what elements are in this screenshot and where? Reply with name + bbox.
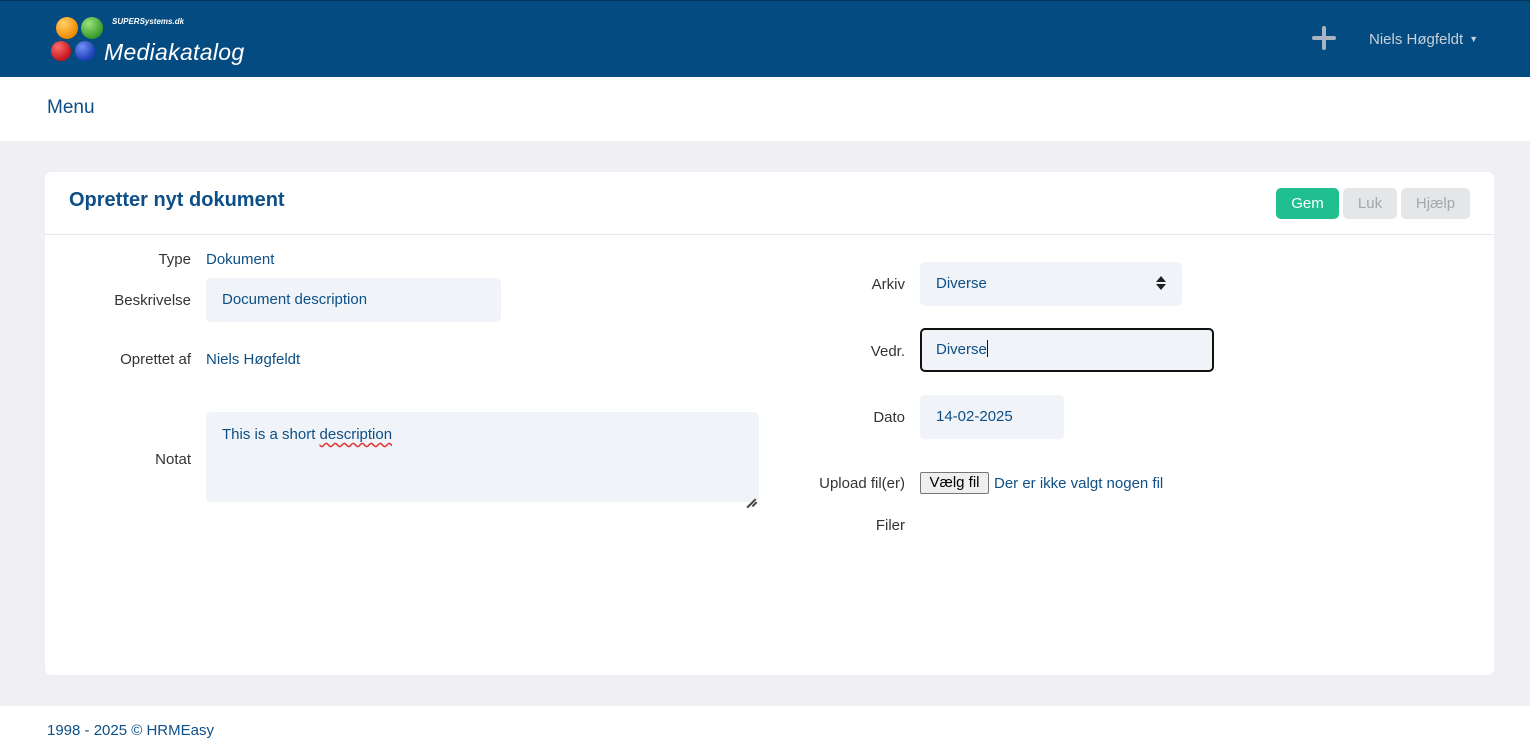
user-menu[interactable]: Niels Høgfeldt ▼ bbox=[1369, 31, 1478, 48]
logo-green-ball-icon bbox=[81, 17, 103, 39]
note-label: Notat bbox=[155, 451, 191, 468]
logo-blue-ball-icon bbox=[75, 41, 95, 61]
close-button[interactable]: Luk bbox=[1343, 188, 1397, 219]
resize-grip-icon[interactable] bbox=[746, 489, 756, 499]
created-by-label: Oprettet af bbox=[120, 351, 191, 368]
help-button[interactable]: Hjælp bbox=[1401, 188, 1470, 219]
note-textarea[interactable]: This is a short description bbox=[206, 412, 759, 502]
regarding-input-value: Diverse bbox=[936, 341, 987, 358]
menu-link[interactable]: Menu bbox=[47, 97, 95, 119]
logo-name: Mediakatalog bbox=[104, 39, 245, 65]
archive-select-value: Diverse bbox=[936, 275, 987, 292]
footer: 1998 - 2025 © HRMEasy bbox=[0, 706, 1530, 748]
archive-label: Arkiv bbox=[871, 276, 905, 293]
description-input[interactable]: Document description bbox=[206, 278, 501, 322]
user-name: Niels Høgfeldt bbox=[1369, 31, 1464, 48]
select-arrows-icon bbox=[1156, 276, 1166, 290]
caret-down-icon: ▼ bbox=[1469, 34, 1479, 44]
regarding-input[interactable]: Diverse bbox=[920, 328, 1214, 372]
top-navbar: SUPERSystems.dk Mediakatalog Niels Høgfe… bbox=[0, 0, 1530, 77]
upload-status: Der er ikke valgt nogen fil bbox=[994, 475, 1164, 492]
created-by-value: Niels Høgfeldt bbox=[206, 351, 301, 368]
note-text-misspelled: description bbox=[319, 426, 393, 443]
upload-label: Upload fil(er) bbox=[819, 475, 905, 492]
document-form-card: Opretter nyt dokument Gem Luk Hjælp Type… bbox=[45, 172, 1494, 675]
logo-red-ball-icon bbox=[51, 41, 71, 61]
regarding-label: Vedr. bbox=[870, 343, 905, 360]
type-value: Dokument bbox=[206, 251, 275, 268]
files-label: Filer bbox=[875, 517, 905, 534]
type-label: Type bbox=[158, 251, 191, 268]
logo-tagline: SUPERSystems.dk bbox=[112, 17, 185, 26]
choose-file-button[interactable]: Vælg fil bbox=[920, 472, 989, 494]
plus-icon[interactable] bbox=[1308, 22, 1340, 54]
description-input-value: Document description bbox=[222, 291, 368, 308]
archive-select[interactable]: Diverse bbox=[920, 262, 1182, 306]
date-input-value: 14-02-2025 bbox=[936, 408, 1013, 425]
card-header: Opretter nyt dokument Gem Luk Hjælp bbox=[45, 172, 1494, 235]
menu-bar: Menu bbox=[0, 77, 1530, 141]
text-cursor bbox=[986, 340, 988, 357]
logo-orange-ball-icon bbox=[56, 17, 78, 39]
description-label: Beskrivelse bbox=[114, 292, 191, 309]
page-title: Opretter nyt dokument bbox=[69, 189, 285, 211]
app-logo[interactable]: SUPERSystems.dk Mediakatalog bbox=[50, 15, 260, 67]
date-label: Dato bbox=[873, 409, 905, 426]
note-text: This is a short bbox=[222, 426, 320, 443]
date-input[interactable]: 14-02-2025 bbox=[920, 395, 1064, 439]
copyright-text: 1998 - 2025 © HRMEasy bbox=[47, 722, 214, 739]
save-button[interactable]: Gem bbox=[1276, 188, 1339, 219]
